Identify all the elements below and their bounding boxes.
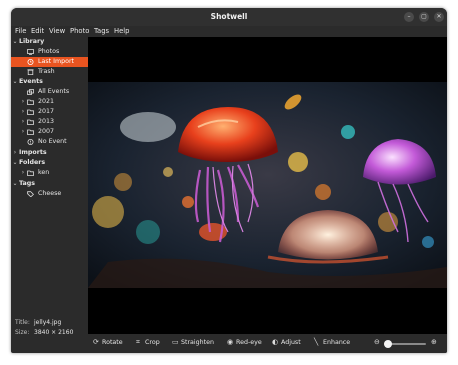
straighten-button[interactable]: ▭ Straighten (172, 338, 214, 349)
info-title-label: Title: (15, 319, 30, 326)
adjust-button[interactable]: ◐ Adjust (272, 338, 301, 349)
folder-icon (27, 170, 34, 176)
sidebar-item-2017[interactable]: › 2017 (11, 107, 88, 117)
zoom-slider-thumb[interactable] (384, 340, 393, 348)
jellyfish-image (88, 82, 447, 288)
folder-icon (27, 129, 34, 135)
chevron-down-icon[interactable]: ⌄ (12, 77, 18, 87)
events-icon (27, 89, 34, 95)
sidebar-item-2021[interactable]: › 2021 (11, 97, 88, 107)
chevron-right-icon[interactable]: › (20, 107, 26, 117)
clock-icon (27, 59, 34, 65)
chevron-down-icon[interactable]: ⌄ (12, 37, 18, 47)
info-title-value: jelly4.jpg (34, 319, 62, 326)
enhance-button[interactable]: ╲ Enhance (314, 338, 350, 349)
sidebar-header-tags[interactable]: ⌄ Tags (11, 179, 88, 189)
zoom-slider[interactable] (384, 340, 426, 348)
wand-icon: ╲ (314, 338, 319, 346)
sidebar-header-folders[interactable]: ⌄ Folders (11, 158, 88, 168)
minimize-button[interactable]: – (404, 12, 414, 22)
zoom-out-button[interactable]: ⊖ (374, 338, 383, 349)
chevron-down-icon[interactable]: ⌄ (12, 179, 18, 189)
menu-view[interactable]: View (49, 27, 65, 35)
window-title: Shotwell (210, 12, 248, 21)
chevron-right-icon[interactable]: › (20, 97, 26, 107)
rotate-icon: ⟳ (93, 338, 99, 346)
chevron-right-icon[interactable]: › (20, 168, 26, 178)
sidebar-item-trash[interactable]: Trash (11, 67, 88, 77)
zoom-in-button[interactable]: ⊕ (431, 338, 440, 349)
title-bar: Shotwell – ▢ ✕ (11, 8, 447, 26)
shotwell-window: Shotwell – ▢ ✕ File Edit View Photo Tags… (11, 8, 447, 353)
sidebar-item-cheese[interactable]: Cheese (11, 189, 88, 199)
info-title-row: Title: jelly4.jpg (15, 319, 61, 326)
sidebar-item-2007[interactable]: › 2007 (11, 127, 88, 137)
no-event-icon (27, 139, 34, 145)
close-button[interactable]: ✕ (434, 12, 444, 22)
zoom-in-icon: ⊕ (431, 338, 437, 346)
menu-edit[interactable]: Edit (31, 27, 44, 35)
rotate-button[interactable]: ⟳ Rotate (93, 338, 123, 349)
chevron-down-icon[interactable]: ⌄ (12, 158, 18, 168)
folder-icon (27, 109, 34, 115)
sidebar-item-last-import[interactable]: Last Import (11, 57, 88, 67)
crop-button[interactable]: ⌗ Crop (136, 338, 160, 349)
menu-file[interactable]: File (15, 27, 26, 35)
straighten-icon: ▭ (172, 338, 179, 346)
folder-icon (27, 99, 34, 105)
sidebar-item-all-events[interactable]: All Events (11, 87, 88, 97)
eye-icon: ◉ (227, 338, 234, 346)
sidebar-header-library[interactable]: ⌄ Library (11, 37, 88, 47)
maximize-button[interactable]: ▢ (419, 12, 429, 22)
adjust-icon: ◐ (272, 338, 279, 346)
info-size-row: Size: 3840 × 2160 (15, 329, 73, 336)
sidebar-item-ken[interactable]: › ken (11, 168, 88, 178)
menu-tags[interactable]: Tags (94, 27, 109, 35)
monitor-icon (27, 49, 34, 55)
info-size-value: 3840 × 2160 (34, 329, 74, 336)
zoom-out-icon: ⊖ (374, 338, 380, 346)
menu-bar: File Edit View Photo Tags Help (11, 26, 447, 37)
info-size-label: Size: (15, 329, 30, 336)
red-eye-button[interactable]: ◉ Red-eye (227, 338, 262, 349)
photo-jelly[interactable] (88, 82, 447, 288)
photo-viewer (88, 37, 447, 334)
folder-icon (27, 119, 34, 125)
tag-icon (27, 191, 34, 197)
chevron-right-icon[interactable]: › (12, 148, 18, 158)
chevron-right-icon[interactable]: › (20, 117, 26, 127)
trash-icon (27, 69, 34, 75)
edit-toolbar: ⟳ Rotate ⌗ Crop ▭ Straighten ◉ Red-eye ◐ Adju… (88, 334, 447, 353)
sidebar: ⌄ Library Photos Last Import Trash ⌄ Eve… (11, 37, 88, 336)
chevron-right-icon[interactable]: › (20, 127, 26, 137)
sidebar-item-photos[interactable]: Photos (11, 47, 88, 57)
sidebar-header-events[interactable]: ⌄ Events (11, 77, 88, 87)
menu-help[interactable]: Help (114, 27, 130, 35)
sidebar-header-imports[interactable]: › Imports (11, 148, 88, 158)
sidebar-item-2013[interactable]: › 2013 (11, 117, 88, 127)
crop-icon: ⌗ (136, 338, 140, 346)
menu-photo[interactable]: Photo (70, 27, 89, 35)
sidebar-item-no-event[interactable]: No Event (11, 137, 88, 147)
